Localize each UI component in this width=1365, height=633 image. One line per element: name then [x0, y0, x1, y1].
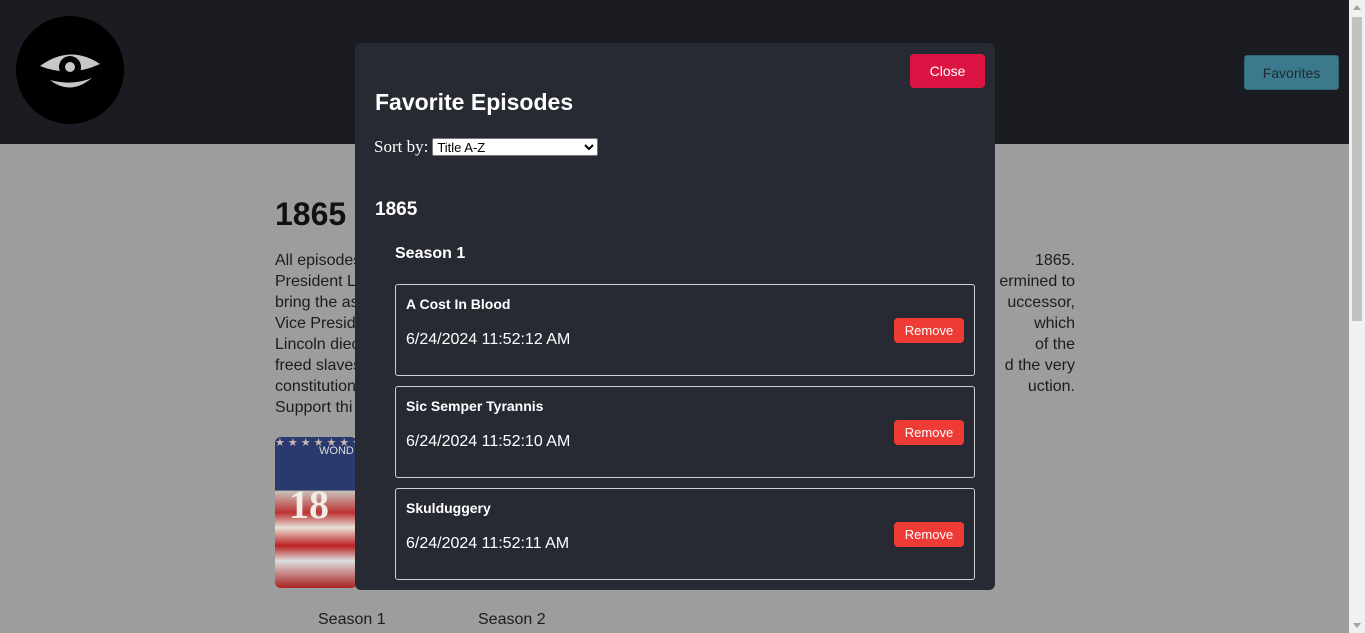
season-group-title: Season 1	[395, 245, 466, 262]
description-right: which	[1034, 315, 1075, 332]
description-right: uccessor,	[1007, 294, 1075, 311]
show-group-title: 1865	[375, 199, 418, 220]
description-right: 1865.	[1034, 252, 1075, 269]
episode-title: Skulduggery	[406, 500, 491, 516]
favorites-modal: Close Favorite Episodes Sort by: Title A…	[355, 43, 995, 590]
episode-card: Sic Semper Tyrannis 6/24/2024 11:52:10 A…	[395, 386, 975, 478]
description-left: All episodes	[275, 252, 362, 269]
episode-title: A Cost In Blood	[406, 296, 511, 312]
description-right: d the very	[1004, 357, 1075, 374]
episode-title: Sic Semper Tyrannis	[406, 398, 544, 414]
cover-brand: WOND	[319, 445, 354, 457]
description-left: freed slaves	[275, 357, 362, 374]
episode-card: A Cost In Blood 6/24/2024 11:52:12 AM Re…	[395, 284, 975, 376]
modal-title: Favorite Episodes	[375, 89, 574, 115]
scroll-up-icon[interactable]	[1353, 5, 1361, 10]
season-2-link[interactable]: Season 2	[478, 611, 546, 629]
sort-select[interactable]: Title A-Z	[432, 138, 599, 156]
sort-label: Sort by:	[374, 137, 429, 156]
description-left: Vice Preside	[275, 315, 365, 332]
favorites-button[interactable]: Favorites	[1244, 55, 1339, 90]
remove-button[interactable]: Remove	[894, 522, 964, 547]
description-left: constitution	[275, 378, 356, 395]
remove-button[interactable]: Remove	[894, 318, 964, 343]
description-left: Support thi	[275, 399, 353, 416]
page-scrollbar[interactable]	[1349, 0, 1365, 633]
description-right: uction.	[1027, 378, 1075, 395]
season-1-link[interactable]: Season 1	[318, 611, 386, 629]
show-cover-image[interactable]: ★★★★★★★★★★★★★★★★★★★★★★★★★★★★★★★★★★★★★★ W…	[275, 437, 357, 588]
episode-date: 6/24/2024 11:52:10 AM	[406, 433, 571, 450]
show-title: 1865	[275, 196, 347, 232]
scrollbar-thumb[interactable]	[1352, 17, 1362, 321]
description-left: President Li	[275, 273, 360, 290]
scroll-down-icon[interactable]	[1353, 623, 1361, 628]
episode-card: Skulduggery 6/24/2024 11:52:11 AM Remove	[395, 488, 975, 580]
description-left: Lincoln diec	[275, 336, 360, 353]
description-left: bring the as	[275, 294, 359, 311]
close-button[interactable]: Close	[910, 54, 985, 88]
episode-date: 6/24/2024 11:52:12 AM	[406, 331, 571, 348]
sort-row: Sort by: Title A-Z	[374, 137, 599, 157]
eye-icon[interactable]	[16, 16, 124, 124]
episode-date: 6/24/2024 11:52:11 AM	[406, 535, 570, 552]
remove-button[interactable]: Remove	[894, 420, 964, 445]
description-right: ermined to	[999, 273, 1075, 290]
cover-number: 18	[289, 482, 329, 527]
description-right: of the	[1034, 336, 1075, 353]
